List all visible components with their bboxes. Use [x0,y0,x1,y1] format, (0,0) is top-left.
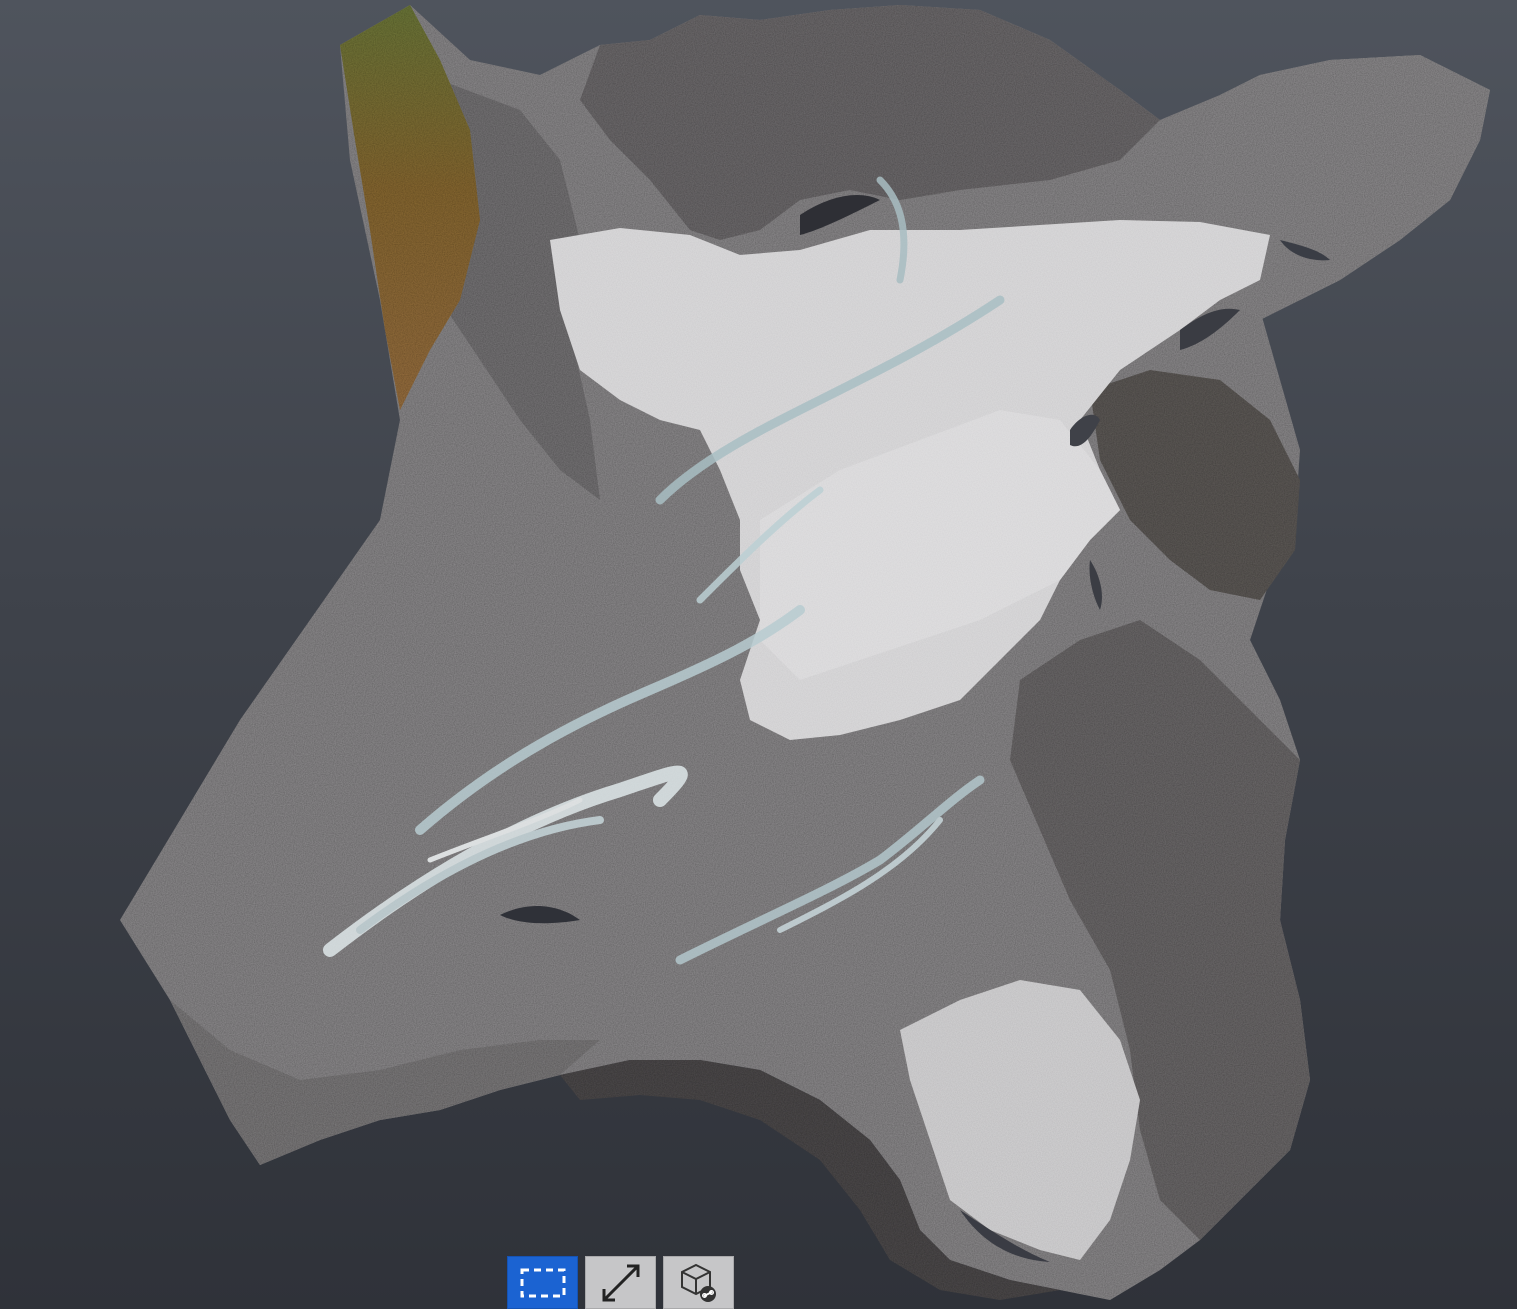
cube-link-button[interactable] [663,1256,734,1309]
point-cloud-view [120,5,1490,1300]
bottom-toolbar [507,1256,734,1309]
measure-distance-icon [602,1264,639,1301]
rectangle-select-button[interactable] [507,1256,578,1309]
measure-distance-button[interactable] [585,1256,656,1309]
cube-link-icon [680,1263,716,1302]
3d-viewport[interactable] [0,0,1517,1309]
rectangle-select-icon [520,1268,565,1297]
